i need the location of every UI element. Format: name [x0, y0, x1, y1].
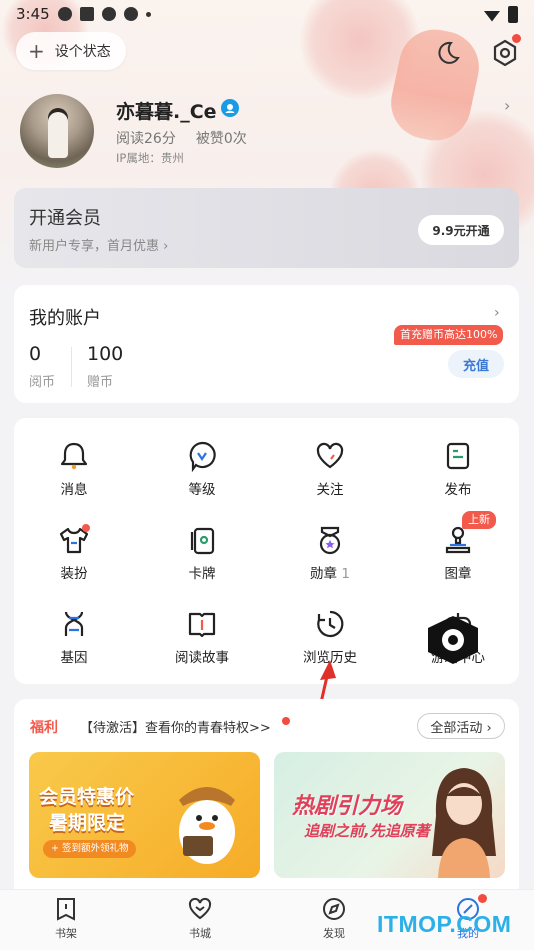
plus-icon: +	[28, 39, 45, 63]
menu-item-follow[interactable]: 关注	[280, 440, 380, 500]
medal-icon	[319, 526, 341, 555]
gift-coin-label: 赠币	[87, 375, 114, 390]
settings-notification-dot	[512, 34, 521, 43]
welfare-tag: 福利	[30, 720, 58, 736]
menu-item-medals[interactable]: 勋章 1	[280, 524, 380, 584]
read-time: 阅读26分	[116, 131, 176, 147]
vip-subtitle: 新用户专享，首月优惠 ›	[29, 239, 169, 254]
account-title: 我的账户	[29, 308, 101, 329]
status-bar: 3:45	[0, 0, 534, 30]
clock-icon	[317, 610, 344, 638]
gear-overlay-icon	[424, 614, 482, 666]
heart-icon	[316, 442, 344, 469]
menu-item-read-stories[interactable]: 阅读故事	[152, 608, 252, 668]
book-icon	[188, 612, 216, 638]
menu-item-gene[interactable]: 基因	[24, 608, 124, 668]
bell-icon	[60, 442, 88, 470]
bookstore-icon	[188, 897, 212, 920]
publish-icon	[446, 442, 470, 470]
account-card[interactable]: 我的账户 › 0 阅币 100 赠币 首充赠币高达100% 充值	[14, 285, 519, 403]
welfare-activation-link[interactable]: 【待激活】查看你的青春特权>>	[80, 717, 271, 736]
avatar[interactable]	[20, 94, 94, 168]
vip-open-button[interactable]: 9.9元开通	[418, 215, 504, 245]
nav-bookshelf[interactable]: 书架	[36, 896, 96, 941]
likes-count: 被赞0次	[195, 131, 247, 147]
menu-item-level[interactable]: 等级	[152, 440, 252, 500]
medal-count: 1	[341, 566, 350, 582]
settings-icon[interactable]	[490, 34, 521, 68]
read-coin-value: 0	[29, 343, 42, 365]
chevron-right-icon[interactable]: ›	[494, 305, 500, 321]
user-stats: 阅读26分 被赞0次	[116, 128, 247, 148]
watermark: ITMOP.COM	[377, 911, 512, 937]
recharge-promo-badge: 首充赠币高达100%	[394, 325, 504, 345]
wifi-icon	[484, 11, 500, 22]
dna-icon	[64, 611, 84, 636]
menu-item-cards[interactable]: 卡牌	[152, 524, 252, 584]
recharge-button[interactable]: 充值	[448, 350, 504, 378]
drama-banner[interactable]: 热剧引力场 追剧之前,先追原著	[274, 752, 505, 878]
set-status-button[interactable]: + 设个状态	[16, 32, 126, 70]
card-icon	[190, 527, 215, 555]
nav-discover[interactable]: 发现	[304, 896, 364, 941]
menu-item-publish[interactable]: 发布	[408, 440, 508, 500]
divider	[71, 347, 72, 387]
set-status-label: 设个状态	[54, 44, 111, 60]
all-activities-button[interactable]: 全部活动 ›	[417, 713, 505, 739]
shirt-icon	[59, 524, 90, 554]
status-time: 3:45	[16, 5, 50, 23]
menu-item-messages[interactable]: 消息	[24, 440, 124, 500]
user-name[interactable]: 亦暮暮._Ce	[116, 97, 217, 124]
profile-notification-dot	[478, 894, 487, 903]
moon-icon[interactable]	[432, 38, 462, 68]
new-badge: 上新	[462, 511, 496, 529]
chevron-right-icon[interactable]: ›	[504, 96, 510, 115]
menu-item-dressup[interactable]: 装扮	[24, 524, 124, 584]
girl-illustration	[432, 768, 496, 878]
verified-badge-icon[interactable]	[220, 98, 240, 122]
nav-bookstore[interactable]: 书城	[170, 896, 230, 941]
welfare-notification-dot	[282, 717, 290, 725]
vip-summer-banner[interactable]: 会员特惠价 暑期限定 + 签到额外领礼物	[29, 752, 260, 878]
level-icon	[189, 441, 216, 472]
ip-location: IP属地：贵州	[116, 151, 184, 165]
vip-card[interactable]: 开通会员 新用户专享，首月优惠 › 9.9元开通	[14, 188, 519, 268]
vip-title: 开通会员	[29, 208, 101, 229]
read-coin-label: 阅币	[29, 375, 56, 390]
welfare-card: 福利 【待激活】查看你的青春特权>> 全部活动 › 会员特惠价 暑期限定 + 签…	[14, 699, 519, 899]
gift-coin-value: 100	[87, 343, 124, 365]
menu-item-stamps[interactable]: 图章	[408, 524, 508, 584]
battery-icon	[508, 6, 518, 23]
duck-mascot-icon	[179, 787, 235, 864]
bookshelf-icon	[57, 898, 75, 921]
compass-icon	[323, 898, 345, 920]
notification-icons	[58, 7, 151, 21]
